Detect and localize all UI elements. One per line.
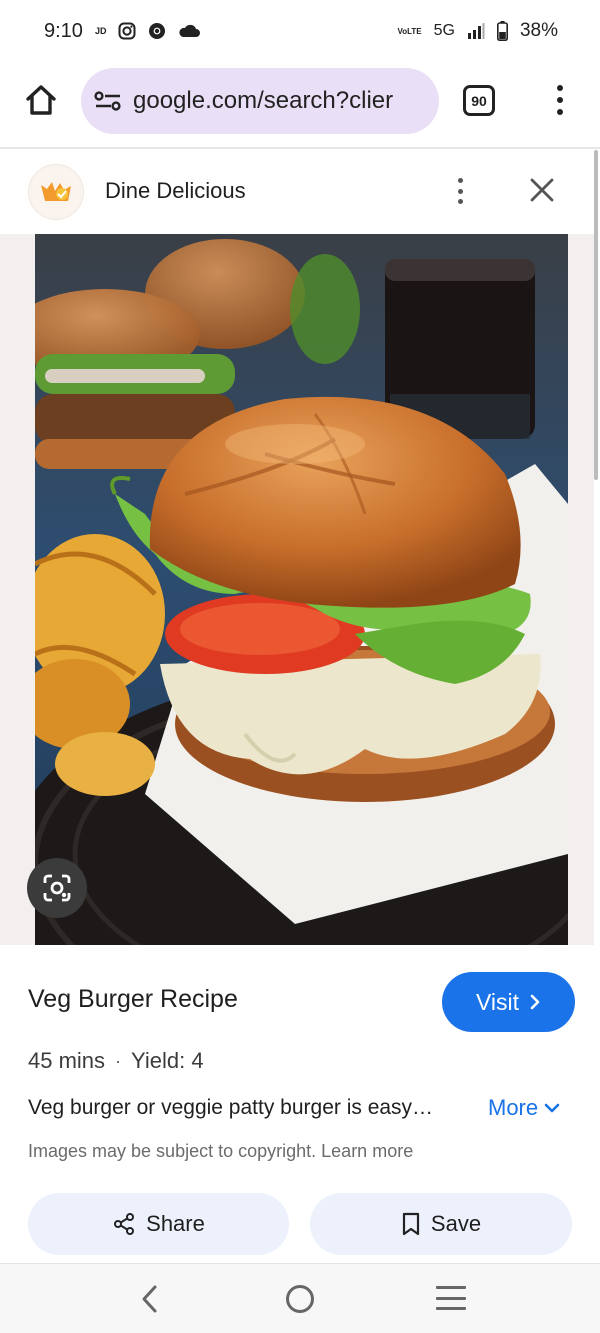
panel-divider xyxy=(0,147,600,149)
signal-icon xyxy=(467,22,485,40)
image-preview-area xyxy=(0,234,594,945)
recent-line xyxy=(436,1296,466,1300)
share-button[interactable]: Share xyxy=(28,1193,289,1255)
status-bar: 9:10 JD VoLTE 5G 38% xyxy=(0,0,600,62)
copyright-text: Images may be subject to copyright. xyxy=(28,1141,317,1161)
instagram-icon xyxy=(118,22,136,40)
address-bar[interactable]: google.com/search?clier xyxy=(81,68,439,134)
dine-delicious-logo-icon xyxy=(41,182,71,201)
url-text: google.com/search?clier xyxy=(133,87,394,114)
more-button[interactable]: More xyxy=(488,1095,560,1121)
back-button[interactable] xyxy=(138,1284,162,1314)
system-navigation-bar xyxy=(0,1263,600,1333)
source-logo[interactable] xyxy=(28,164,84,220)
overflow-menu-button[interactable] xyxy=(548,82,572,118)
battery-icon xyxy=(496,21,508,41)
copyright-notice: Images may be subject to copyright. Lear… xyxy=(28,1141,413,1162)
save-button[interactable]: Save xyxy=(310,1193,572,1255)
carrier-tag: JD xyxy=(94,26,107,36)
browser-toolbar: google.com/search?clier 90 xyxy=(0,62,600,142)
dot xyxy=(557,85,563,91)
status-left: 9:10 JD xyxy=(44,19,201,43)
recent-line xyxy=(436,1307,466,1310)
visit-button[interactable]: Visit xyxy=(442,972,575,1032)
dot xyxy=(457,178,463,183)
dot xyxy=(557,109,563,115)
recipe-yield: Yield: 4 xyxy=(131,1048,204,1073)
scrollbar[interactable] xyxy=(594,150,598,480)
recipe-meta: 45 mins · Yield: 4 xyxy=(28,1048,204,1074)
volte-badge: VoLTE xyxy=(397,26,422,36)
back-icon xyxy=(142,1285,157,1313)
recent-apps-button[interactable] xyxy=(436,1286,466,1310)
cook-time: 45 mins xyxy=(28,1048,106,1073)
chrome-icon xyxy=(148,22,166,40)
dot xyxy=(557,97,563,103)
source-more-options-button[interactable] xyxy=(450,176,470,206)
bookmark-icon xyxy=(402,1212,420,1236)
cloud-icon xyxy=(178,24,201,38)
status-right: VoLTE 5G 38% xyxy=(397,20,558,42)
home-nav-button[interactable] xyxy=(286,1285,314,1313)
chevron-down-icon xyxy=(544,1103,560,1113)
more-label: More xyxy=(488,1095,539,1120)
battery-percent: 38% xyxy=(519,20,558,41)
share-label: Share xyxy=(146,1211,205,1236)
site-settings-icon[interactable] xyxy=(93,86,123,116)
close-button[interactable] xyxy=(526,174,558,206)
dot xyxy=(457,199,463,204)
recent-line xyxy=(436,1286,466,1289)
meta-separator: · xyxy=(115,1050,122,1071)
home-button[interactable] xyxy=(22,80,60,120)
home-icon xyxy=(26,85,56,115)
close-icon xyxy=(530,178,554,202)
network-type: 5G xyxy=(433,22,455,39)
status-time: 9:10 xyxy=(44,19,83,42)
learn-more-link[interactable]: Learn more xyxy=(321,1141,413,1161)
source-name[interactable]: Dine Delicious xyxy=(105,178,246,204)
chevron-right-icon xyxy=(530,994,540,1010)
share-icon xyxy=(114,1213,135,1235)
save-label: Save xyxy=(430,1211,482,1236)
result-description: Veg burger or veggie patty burger is eas… xyxy=(28,1096,434,1119)
burger-image[interactable] xyxy=(35,234,568,945)
google-lens-button[interactable] xyxy=(27,858,87,918)
dot xyxy=(457,188,463,194)
visit-label: Visit xyxy=(475,988,520,1015)
result-title: Veg Burger Recipe xyxy=(28,985,238,1013)
google-lens-icon xyxy=(43,874,71,902)
source-header: Dine Delicious xyxy=(0,150,594,234)
tab-switcher-button[interactable]: 90 xyxy=(463,85,495,116)
